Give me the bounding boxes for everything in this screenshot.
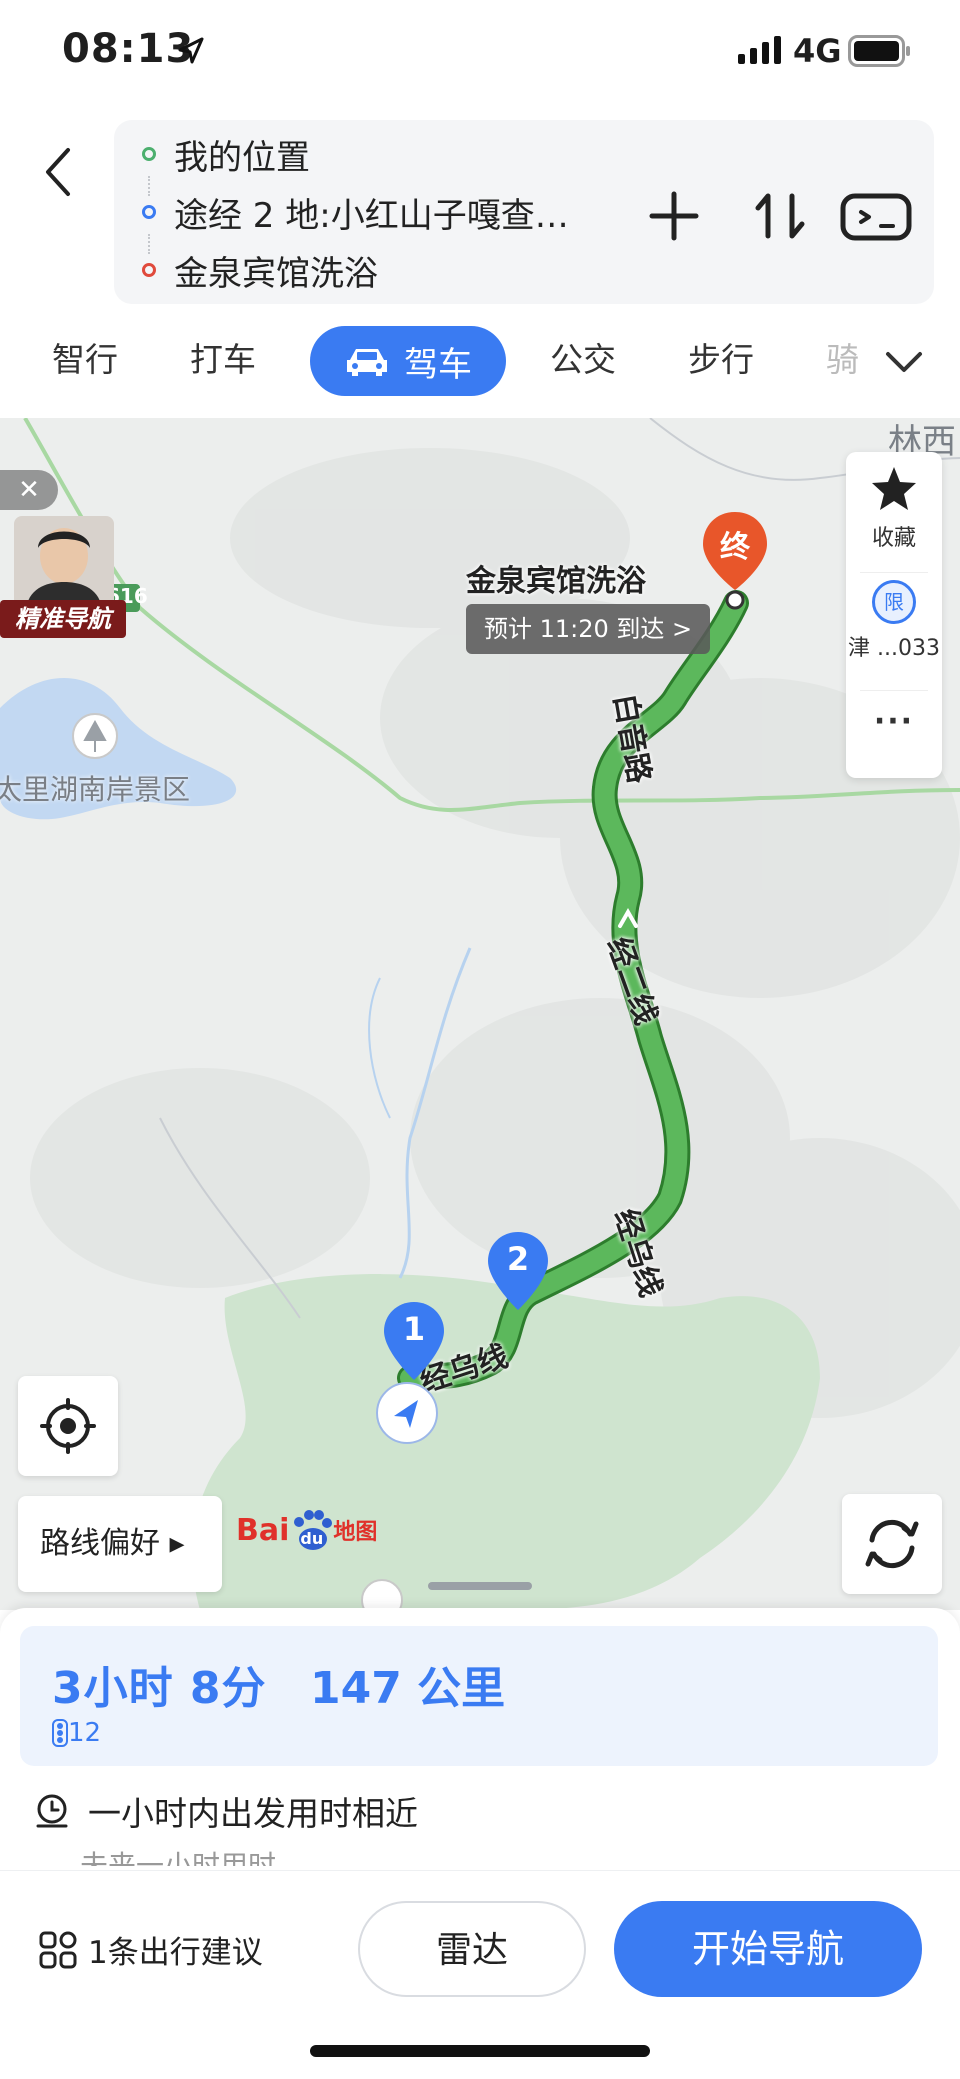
route-option-card[interactable]: 3小时 8分 147 公里 12	[20, 1626, 938, 1766]
end-marker[interactable]: 终	[700, 510, 770, 610]
battery-icon	[848, 35, 910, 67]
grid-icon	[39, 1931, 77, 1968]
tab-walk[interactable]: 步行	[688, 328, 754, 392]
waypoint-1-label: 1	[402, 1310, 426, 1348]
radar-button[interactable]: 雷达	[358, 1901, 586, 1997]
divider	[860, 690, 928, 691]
current-location-icon	[376, 1382, 438, 1444]
route-distance: 147 公里	[310, 1663, 506, 1714]
location-arrow-icon	[178, 37, 204, 64]
refresh-icon	[865, 1519, 919, 1569]
close-voice-widget-button[interactable]: ✕	[0, 470, 58, 510]
traffic-light-value: 12	[68, 1718, 102, 1748]
limit-badge: 限	[872, 580, 916, 624]
logo-text-map: 地图	[333, 1520, 378, 1545]
favorite-button[interactable]: 收藏	[846, 464, 942, 552]
tab-bike[interactable]: 骑	[826, 328, 859, 392]
clock-icon	[36, 1794, 68, 1828]
tab-drive-label: 驾车	[404, 344, 472, 385]
waypoint-2-marker[interactable]: 2	[486, 1230, 550, 1314]
departure-tip[interactable]: 一小时内出发用时相近	[34, 1786, 418, 1836]
paw-icon: du	[289, 1508, 333, 1552]
destination-map-label: 金泉宾馆洗浴	[466, 564, 646, 599]
cellular-signal-icon	[738, 36, 781, 64]
status-time: 08:13	[62, 26, 195, 72]
more-options-button[interactable]: ···	[846, 704, 942, 739]
voice-anchor-avatar[interactable]	[14, 516, 114, 608]
ar-navigation-icon[interactable]	[839, 186, 913, 246]
locate-icon	[40, 1398, 96, 1454]
travel-advice-button[interactable]: 1条出行建议	[38, 1927, 263, 1972]
destination-dot-icon	[142, 263, 156, 277]
swap-route-icon[interactable]	[750, 184, 810, 248]
departure-tip-text: 一小时内出发用时相近	[88, 1794, 418, 1833]
route-duration: 3小时 8分	[52, 1663, 267, 1714]
status-bar: 08:13 4G	[0, 0, 960, 100]
scenic-area-label: 太里湖南岸景区	[0, 773, 191, 806]
waypoint-1-marker[interactable]: 1	[382, 1300, 446, 1384]
baidu-map-logo: Bai du 地图	[236, 1508, 377, 1552]
avatar-portrait-icon	[14, 516, 114, 608]
via-field[interactable]: 途经 2 地:小红山子嘎查…	[142, 192, 569, 236]
home-indicator	[310, 2045, 650, 2057]
via-dot-icon	[142, 205, 156, 219]
chevron-down-icon[interactable]	[884, 342, 924, 382]
voice-anchor-label[interactable]: 精准导航	[0, 600, 126, 638]
origin-field[interactable]: 我的位置	[142, 134, 310, 178]
divider	[860, 572, 928, 573]
refresh-route-button[interactable]	[842, 1494, 942, 1594]
logo-text-bai: Bai	[236, 1512, 290, 1548]
traffic-light-icon	[52, 1719, 68, 1747]
travel-advice-label: 1条出行建议	[88, 1935, 263, 1971]
car-icon	[347, 349, 387, 376]
waypoint-2-label: 2	[506, 1240, 530, 1278]
tab-taxi[interactable]: 打车	[190, 328, 256, 392]
tab-smart[interactable]: 智行	[52, 328, 118, 392]
end-marker-label: 终	[720, 530, 750, 565]
map-side-panel: 收藏 限 津 ...033 ···	[846, 452, 942, 778]
eta-pill[interactable]: 预计 11:20 到达 >	[466, 604, 711, 654]
start-navigation-button[interactable]: 开始导航	[614, 1901, 922, 1997]
license-plate-label: 津 ...033	[848, 636, 940, 661]
tab-transit[interactable]: 公交	[550, 328, 616, 392]
departure-tip-subtext: 未来一小时用时	[80, 1849, 277, 1866]
logo-text-du: du	[300, 1529, 324, 1548]
bottom-action-bar: 1条出行建议 雷达 开始导航	[0, 1870, 960, 2079]
traffic-light-count: 12	[52, 1718, 101, 1748]
origin-label: 我的位置	[174, 137, 310, 178]
via-label: 途经 2 地:小红山子嘎查…	[174, 195, 569, 236]
route-map[interactable]: 616 林西 白音路 经二线 经乌线 经乌线 终 金泉宾馆洗浴 预计 11:20…	[0, 418, 960, 1610]
network-type: 4G	[793, 32, 842, 70]
transport-mode-tabs: 智行 打车 驾车 公交 步行 骑	[0, 320, 960, 400]
add-waypoint-icon[interactable]	[644, 186, 704, 246]
destination-label: 金泉宾馆洗浴	[174, 253, 378, 294]
locate-me-button[interactable]	[18, 1376, 118, 1476]
route-preference-button[interactable]: 路线偏好 ▸	[18, 1496, 222, 1592]
tab-drive[interactable]: 驾车	[310, 326, 506, 396]
origin-dot-icon	[142, 147, 156, 161]
route-input-panel: 我的位置 途经 2 地:小红山子嘎查… 金泉宾馆洗浴	[114, 120, 934, 304]
favorite-label: 收藏	[871, 526, 916, 551]
destination-field[interactable]: 金泉宾馆洗浴	[142, 250, 378, 294]
star-icon	[872, 467, 916, 510]
traffic-restriction-button[interactable]: 限 津 ...033	[846, 580, 942, 662]
back-icon[interactable]	[38, 142, 78, 202]
sheet-drag-handle[interactable]	[428, 1582, 532, 1590]
